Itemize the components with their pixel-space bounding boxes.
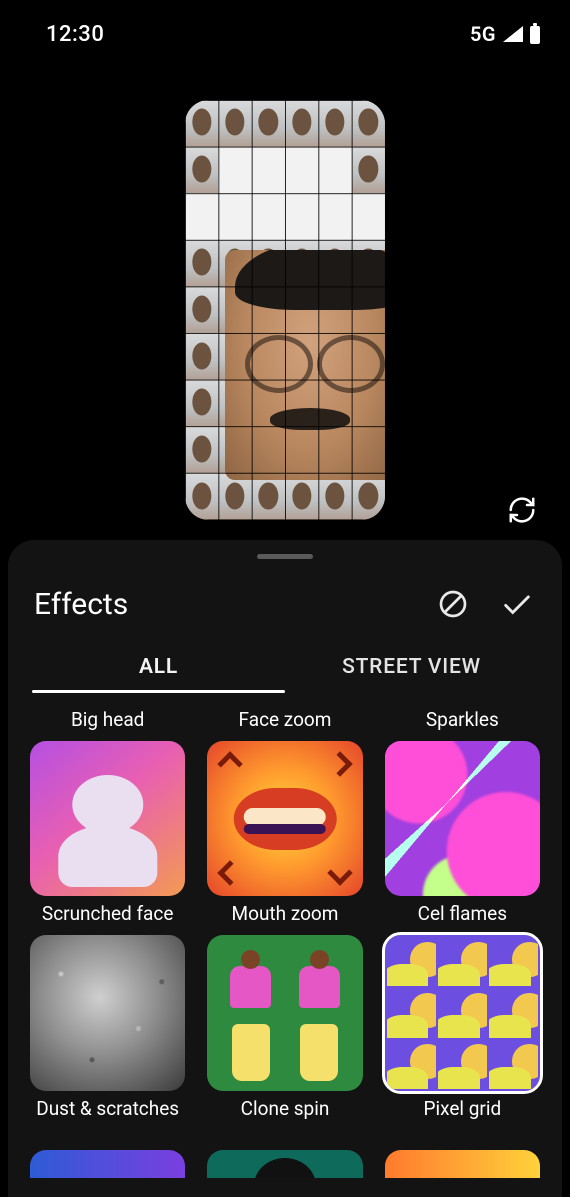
refresh-icon xyxy=(507,495,537,525)
effect-tabs: ALL STREET VIEW xyxy=(8,649,562,693)
effects-row-1-labels: Scrunched face Mouth zoom Cel flames xyxy=(30,902,540,925)
reset-button[interactable] xyxy=(502,490,542,530)
effects-row-2-labels: Dust & scratches Clone spin Pixel grid xyxy=(30,1097,540,1120)
check-icon xyxy=(500,587,534,621)
effect-scrunched-face[interactable] xyxy=(30,741,185,896)
effects-row-3-partial xyxy=(30,1150,540,1178)
effect-cel-flames[interactable] xyxy=(385,741,540,896)
cell-signal-icon xyxy=(502,25,524,43)
effect-partial-1[interactable] xyxy=(30,1150,185,1178)
effect-partial-3[interactable] xyxy=(385,1150,540,1178)
tab-street-view[interactable]: STREET VIEW xyxy=(285,649,538,693)
status-indicators: 5G xyxy=(470,22,542,46)
effects-row-1 xyxy=(30,741,540,896)
face-overlay xyxy=(225,250,385,480)
effect-label: Clone spin xyxy=(207,1097,362,1120)
none-icon xyxy=(437,588,469,620)
effect-label: Dust & scratches xyxy=(30,1097,185,1120)
effect-label: Cel flames xyxy=(385,902,540,925)
sheet-handle[interactable] xyxy=(257,554,313,559)
effect-pixel-grid[interactable] xyxy=(385,935,540,1090)
status-bar: 12:30 5G xyxy=(0,0,570,68)
network-label: 5G xyxy=(470,22,496,46)
preview-area xyxy=(0,100,570,520)
effect-clone-spin[interactable] xyxy=(207,935,362,1090)
effect-label: Pixel grid xyxy=(385,1097,540,1120)
effect-label: Mouth zoom xyxy=(207,902,362,925)
effect-label: Scrunched face xyxy=(30,902,185,925)
effect-mouth-zoom[interactable] xyxy=(207,741,362,896)
effect-label: Sparkles xyxy=(385,708,540,731)
apply-button[interactable] xyxy=(494,581,540,627)
video-preview[interactable] xyxy=(185,100,385,520)
effects-sheet: Effects ALL STREET VIEW Big head Face zo… xyxy=(8,540,562,1197)
effects-row-0-labels: Big head Face zoom Sparkles xyxy=(30,708,540,731)
effect-dust-scratches[interactable] xyxy=(30,935,185,1090)
effects-row-2 xyxy=(30,935,540,1090)
clear-effect-button[interactable] xyxy=(430,581,476,627)
effect-label: Big head xyxy=(30,708,185,731)
effects-grid[interactable]: Big head Face zoom Sparkles Scrunched fa… xyxy=(8,702,562,1197)
effect-label: Face zoom xyxy=(207,708,362,731)
sheet-header: Effects xyxy=(8,581,562,649)
effect-partial-2[interactable] xyxy=(207,1150,362,1178)
sheet-title: Effects xyxy=(34,587,430,622)
status-time: 12:30 xyxy=(46,22,104,47)
tab-all[interactable]: ALL xyxy=(32,649,285,693)
battery-icon xyxy=(528,23,542,45)
